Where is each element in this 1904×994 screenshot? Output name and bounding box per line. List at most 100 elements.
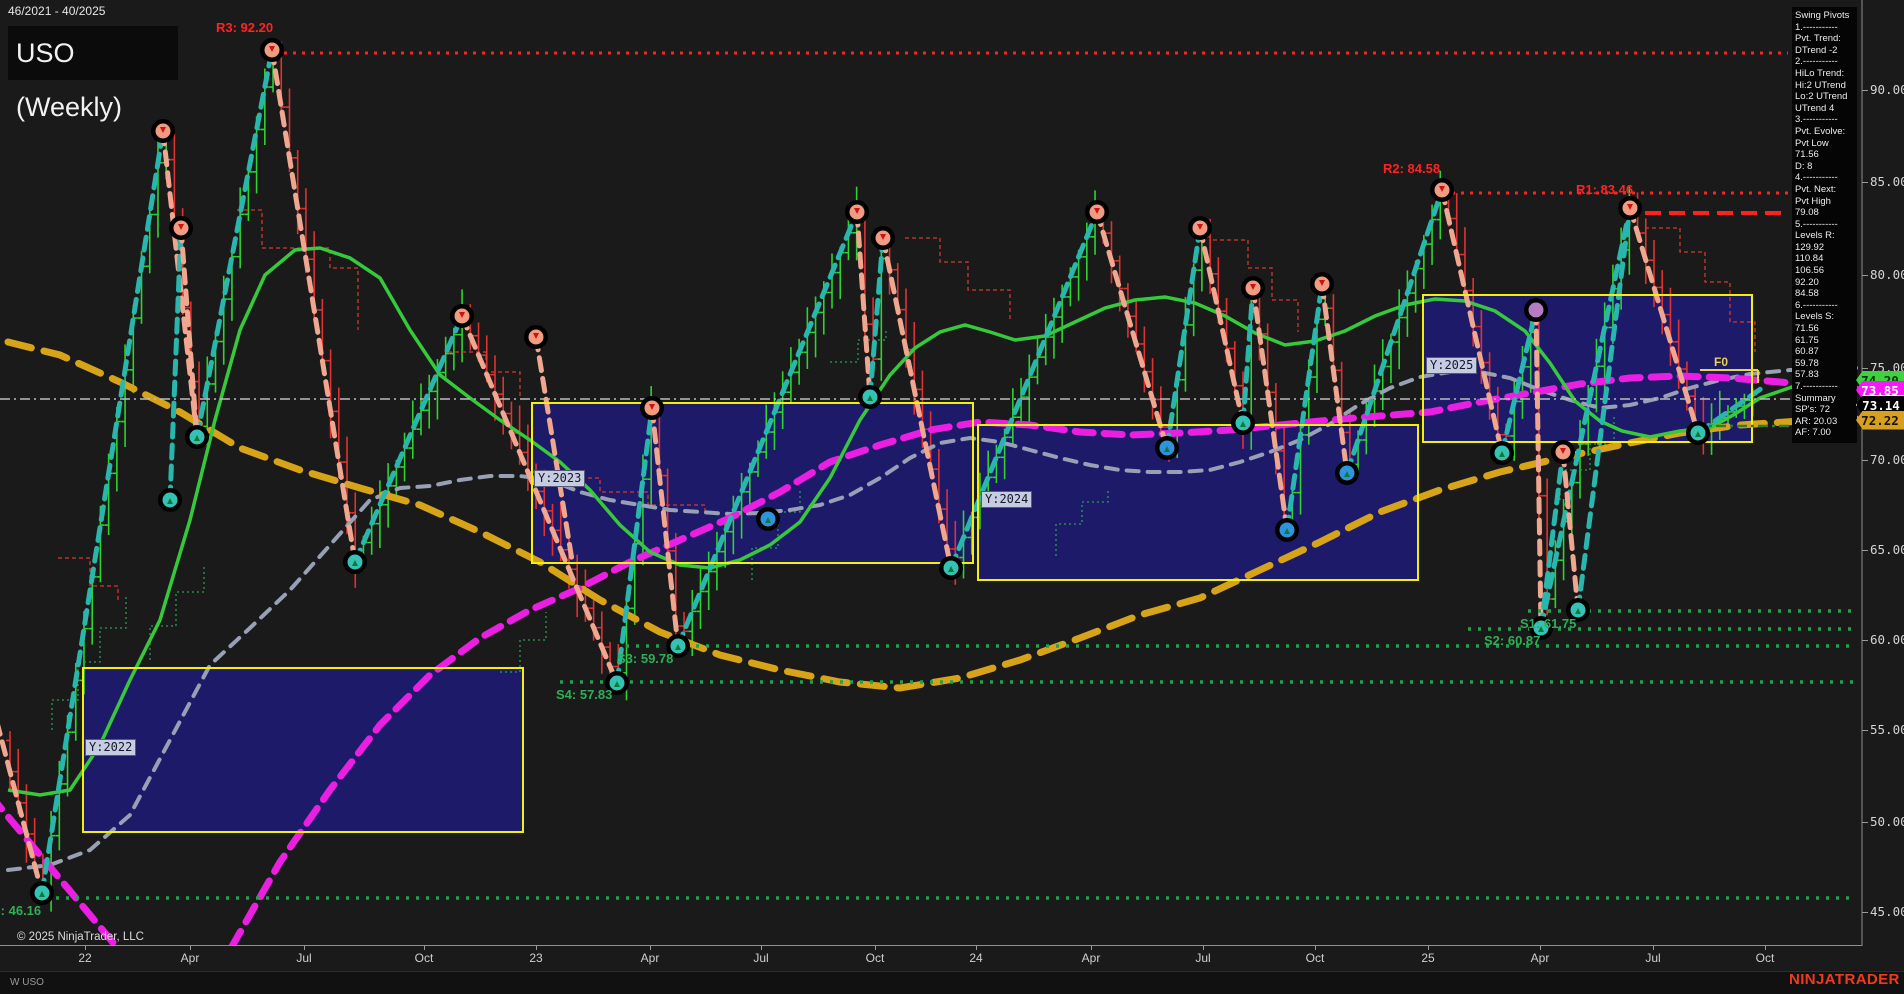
time-tick-mark [976,945,977,950]
pivot-marker[interactable] [1188,216,1212,240]
time-tick-mark [650,945,651,950]
price-tick-mark [1862,368,1868,369]
pivot-marker[interactable] [1618,196,1642,220]
pivot-marker[interactable] [939,556,963,580]
year-range-label[interactable]: Y:2025 [1426,357,1478,374]
time-tick-mark [424,945,425,950]
level-label-S[interactable]: S: 46.16 [0,903,41,918]
pivot-marker[interactable] [169,216,193,240]
swing-leg-up[interactable] [194,47,275,440]
visible-range-label: 46/2021 - 40/2025 [8,4,106,18]
pivot-marker[interactable] [1551,440,1575,464]
time-tick-label: Apr [1081,951,1101,965]
price-tick-label: 60.00 [1870,632,1904,647]
time-tick-label: 25 [1421,951,1435,965]
stop-step-line-green [149,566,205,660]
time-tick-mark [1765,945,1766,950]
swing-leg-down[interactable] [854,209,873,400]
pivot-marker[interactable] [524,325,548,349]
price-tick-label: 45.00 [1870,904,1904,919]
pivot-marker[interactable] [158,488,182,512]
price-tick-mark [1862,90,1868,91]
price-tick-mark [1862,182,1868,183]
time-tick-label: 24 [969,951,983,965]
pivot-marker[interactable] [640,396,664,420]
copyright-watermark: © 2025 NinjaTrader, LLC [17,931,144,943]
price-tick-mark [1862,550,1868,551]
time-tick-label: Apr [180,951,200,965]
swing-leg-up[interactable] [167,225,184,503]
pivot-marker[interactable] [1490,441,1514,465]
time-tick-label: Jul [753,951,769,965]
level-label-S3[interactable]: S3: 59.78 [617,651,673,666]
level-label-S1[interactable]: S1: 61.75 [1520,616,1576,631]
chart-tab-w-uso[interactable]: W USO [10,977,44,988]
price-marker-tag[interactable]: 72.22 [1856,410,1904,430]
pivot-marker[interactable] [30,881,54,905]
pivot-marker[interactable] [1524,298,1548,322]
time-tick-label: Apr [640,951,660,965]
time-tick-mark [1315,945,1316,950]
year-range-box[interactable] [83,668,523,832]
time-tick-mark [190,945,191,950]
level-label-R1[interactable]: R1: 83.46 [1576,182,1633,197]
swing-leg-down[interactable] [269,47,358,565]
ninjatrader-logo: NINJATRADER [1789,971,1900,988]
pivot-marker[interactable] [1275,518,1299,542]
pivot-marker[interactable] [1241,276,1265,300]
swing-leg-up[interactable] [1164,225,1203,451]
ninjatrader-chart-window: 46/2021 - 40/2025 USO (Weekly) Swing Piv… [0,0,1904,994]
pivot-marker[interactable] [260,38,284,62]
pivot-marker[interactable] [151,119,175,143]
level-label-R3[interactable]: R3: 92.20 [216,20,273,35]
price-tick-label: 65.00 [1870,542,1904,557]
stop-step-line-green [830,330,887,363]
year-range-box[interactable] [978,425,1418,580]
time-tick-label: Oct [414,951,434,965]
price-tick-mark [1862,640,1868,641]
time-tick-label: Jul [1645,951,1661,965]
price-tick-label: 85.00 [1870,174,1904,189]
f0-annotation-label[interactable]: F0 [1714,355,1728,369]
time-tick-label: Jul [296,951,312,965]
swing-pivots-panel[interactable]: Swing Pivots 1.----------- Pvt. Trend: D… [1792,7,1857,443]
pivot-marker[interactable] [1231,411,1255,435]
pivot-marker[interactable] [1686,421,1710,445]
pivot-marker[interactable] [1310,272,1334,296]
time-tick-mark [761,945,762,950]
pivot-marker[interactable] [858,385,882,409]
price-tick-label: 50.00 [1870,814,1904,829]
price-chart-canvas[interactable] [0,0,1904,994]
year-range-box[interactable] [532,403,973,563]
time-tick-mark [85,945,86,950]
pivot-marker[interactable] [185,425,209,449]
time-tick-mark [1091,945,1092,950]
price-tick-label: 55.00 [1870,722,1904,737]
pivot-marker[interactable] [871,226,895,250]
pivot-marker[interactable] [845,200,869,224]
pivot-marker[interactable] [450,304,474,328]
time-tick-mark [1653,945,1654,950]
level-label-S4[interactable]: S4: 57.83 [556,687,612,702]
pivot-marker[interactable] [1430,178,1454,202]
time-tick-label: Oct [865,951,885,965]
pivot-marker[interactable] [1155,436,1179,460]
time-tick-mark [875,945,876,950]
year-range-label[interactable]: Y:2024 [981,491,1033,508]
symbol-title: USO (Weekly) [8,26,178,122]
pivot-marker[interactable] [1335,461,1359,485]
pivot-marker[interactable] [756,507,780,531]
price-tick-mark [1862,275,1868,276]
pivot-marker[interactable] [1085,200,1109,224]
tab-strip [0,971,1904,994]
time-tick-label: 22 [78,951,92,965]
level-label-S2[interactable]: S2: 60.87 [1484,633,1540,648]
swing-leg-down[interactable] [1197,225,1246,426]
level-label-R2[interactable]: R2: 84.58 [1383,161,1440,176]
pivot-marker[interactable] [343,550,367,574]
year-range-label[interactable]: Y:2023 [534,470,586,487]
year-range-label[interactable]: Y:2022 [85,739,137,756]
swing-leg-down[interactable] [1094,209,1170,451]
time-tick-mark [1428,945,1429,950]
price-tick-mark [1862,730,1868,731]
